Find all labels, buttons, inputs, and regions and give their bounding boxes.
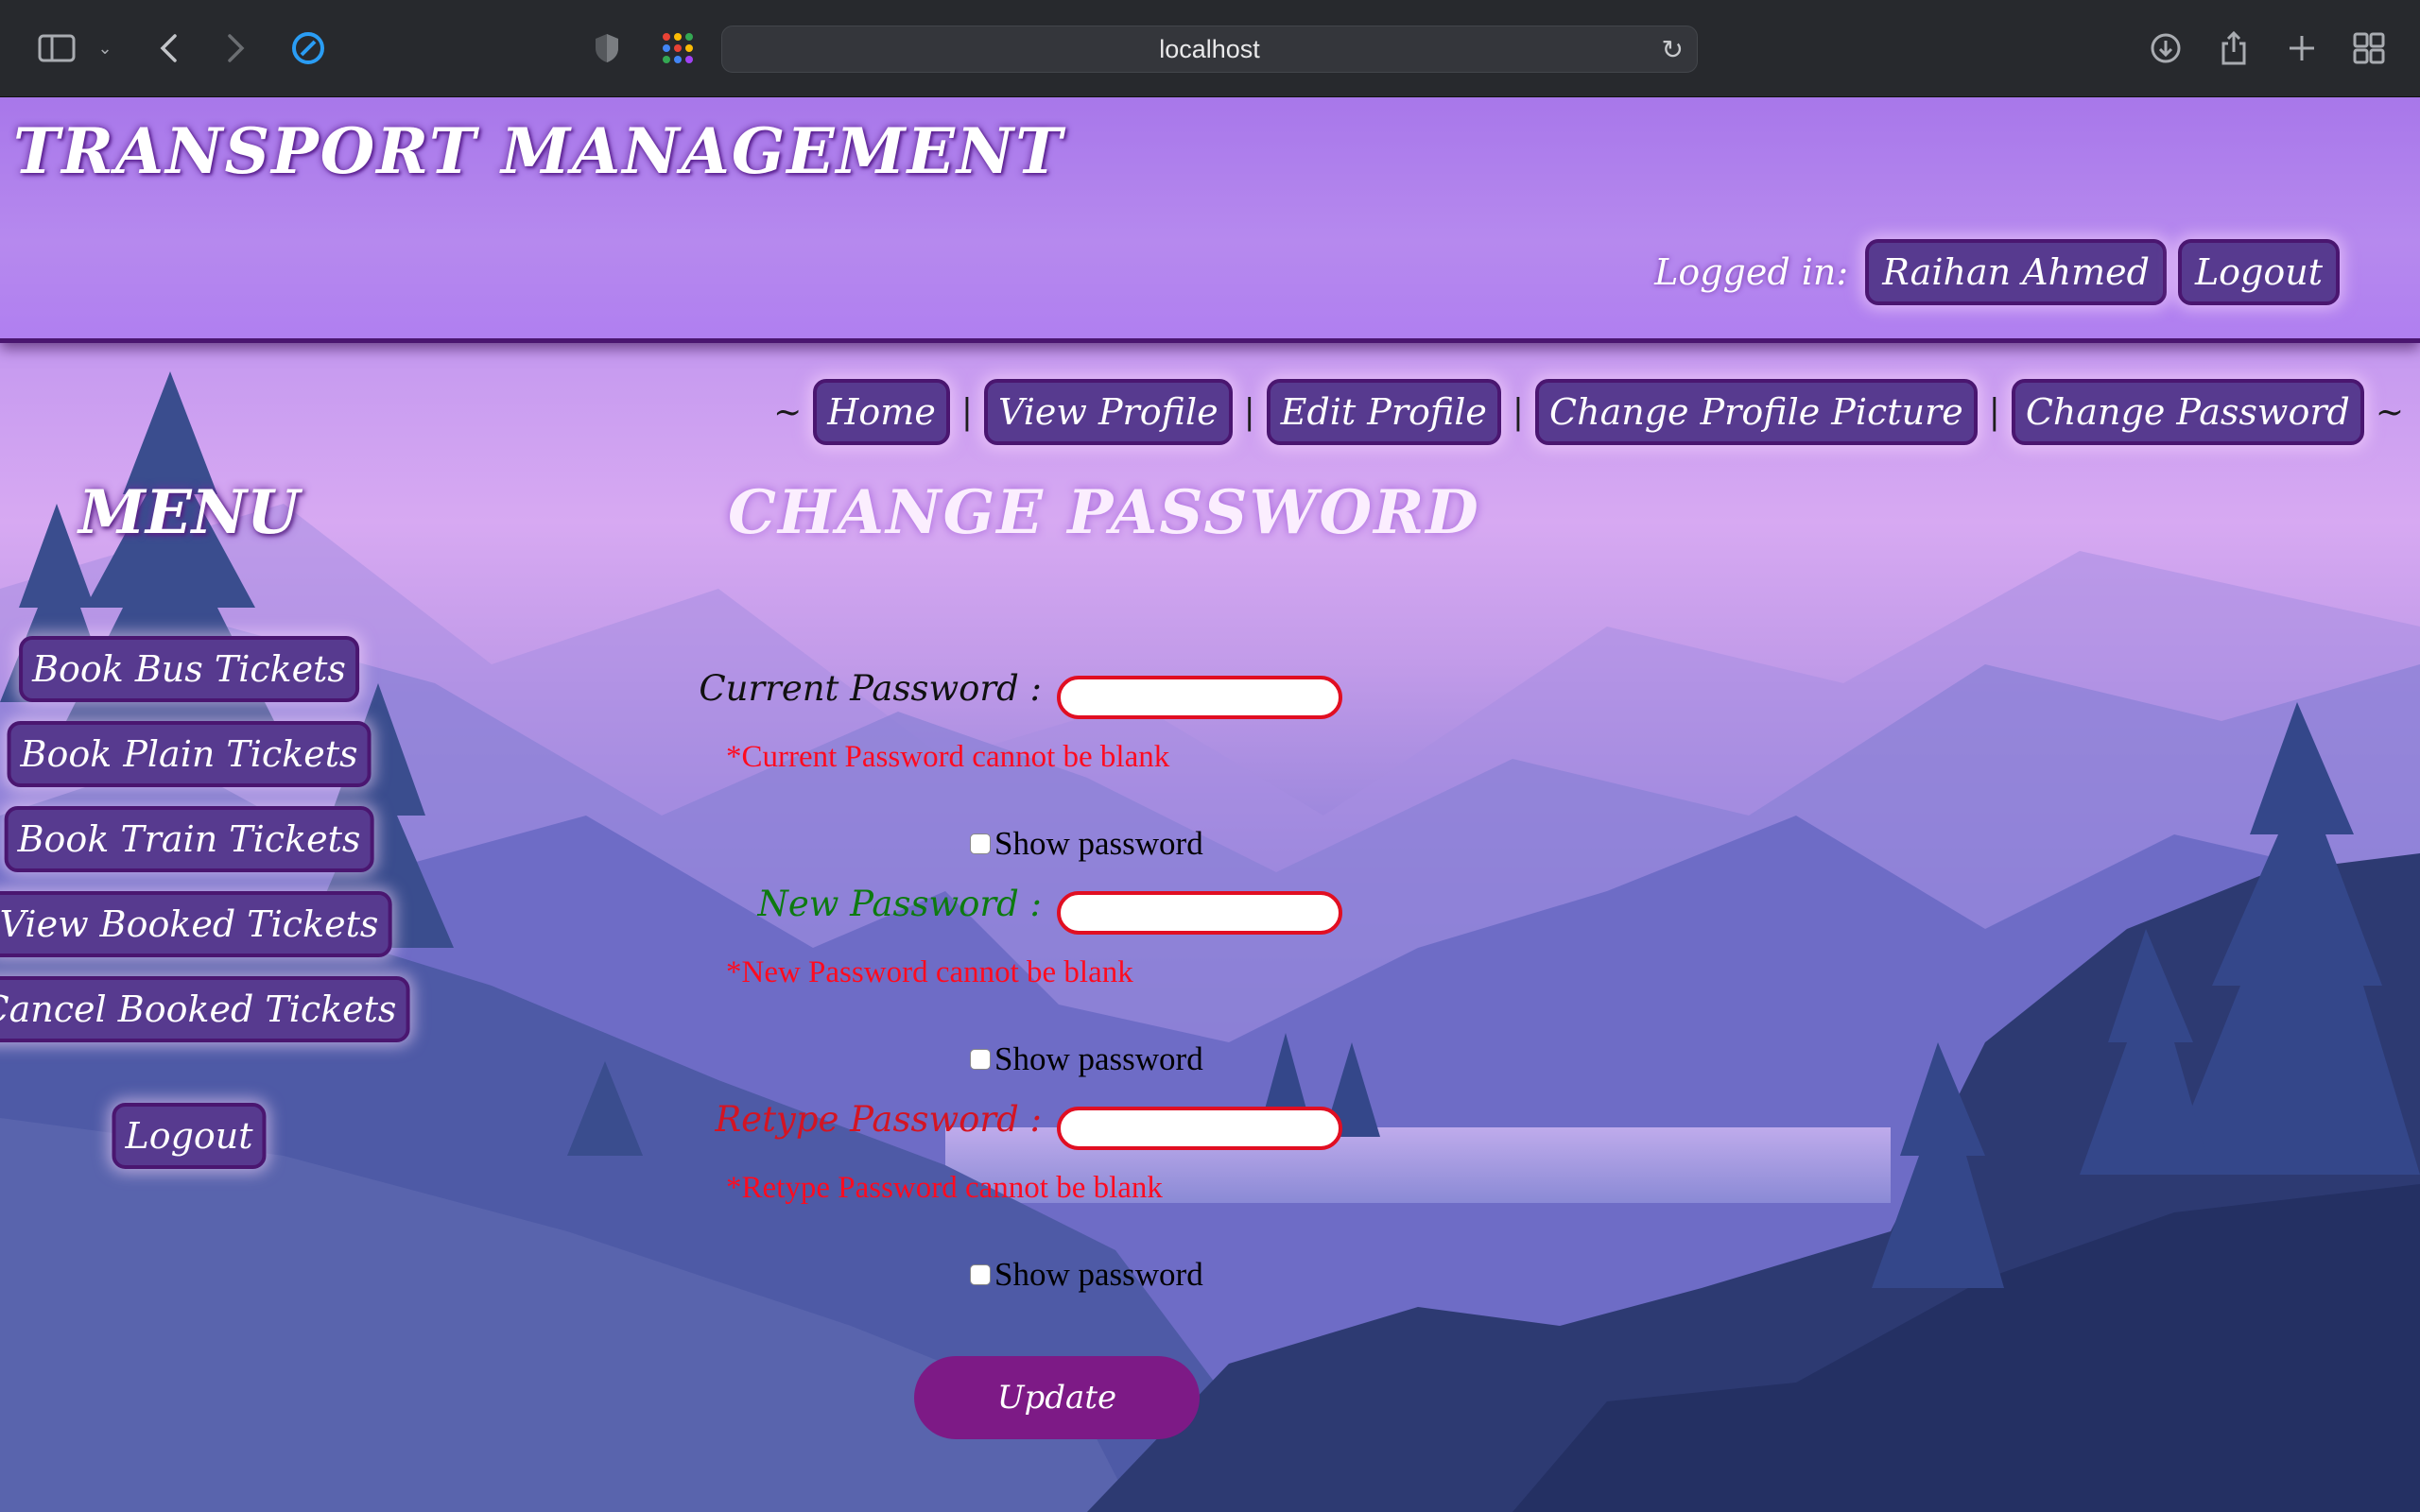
- nav-separator: |: [1512, 392, 1525, 432]
- retype-password-error: *Retype Password cannot be blank: [726, 1171, 1163, 1205]
- new-password-error: *New Password cannot be blank: [726, 955, 1133, 989]
- nav-home[interactable]: Home: [813, 379, 950, 445]
- new-password-label: New Password :: [757, 884, 1042, 924]
- site-header: TRANSPORT MANAGEMENT Logged in: Raihan A…: [0, 97, 2420, 343]
- show-password-label: Show password: [994, 825, 1203, 862]
- current-password-error: *Current Password cannot be blank: [726, 740, 1170, 774]
- address-bar[interactable]: localhost ↻: [721, 26, 1698, 73]
- compass-icon[interactable]: [288, 28, 328, 68]
- nav-change-profile-picture[interactable]: Change Profile Picture: [1535, 379, 1978, 445]
- profile-nav: ~ Home | View Profile | Edit Profile | C…: [773, 379, 2404, 445]
- show-new-password[interactable]: Show password: [970, 1040, 1203, 1078]
- new-tab-icon[interactable]: [2284, 28, 2320, 68]
- header-logout-button[interactable]: Logout: [2177, 239, 2340, 305]
- retype-password-label: Retype Password :: [715, 1099, 1042, 1140]
- sidebar-item-cancel-booked-tickets[interactable]: Cancel Booked Tickets: [0, 976, 410, 1042]
- show-current-password[interactable]: Show password: [970, 825, 1203, 863]
- back-icon[interactable]: [154, 28, 182, 68]
- shield-icon[interactable]: [591, 28, 623, 68]
- new-password-input[interactable]: [1057, 891, 1342, 935]
- sidebar-item-book-bus-tickets[interactable]: Book Bus Tickets: [19, 636, 359, 702]
- nav-separator: |: [1243, 392, 1255, 432]
- show-password-checkbox[interactable]: [970, 1049, 991, 1070]
- sidebar-item-view-booked-tickets[interactable]: View Booked Tickets: [0, 891, 392, 957]
- logged-in-area: Logged in: Raihan Ahmed Logout: [1654, 239, 2340, 305]
- show-password-checkbox[interactable]: [970, 833, 991, 854]
- tab-overview-icon[interactable]: [2351, 28, 2387, 68]
- share-icon[interactable]: [2216, 28, 2252, 68]
- sidebar-toggle-icon[interactable]: [36, 28, 78, 68]
- download-icon[interactable]: [2148, 28, 2184, 68]
- current-password-label: Current Password :: [699, 668, 1042, 709]
- sidebar-item-book-train-tickets[interactable]: Book Train Tickets: [4, 806, 374, 872]
- browser-toolbar: ⌄ localhost ↻: [0, 0, 2420, 97]
- menu-title: MENU: [78, 477, 300, 548]
- nav-edit-profile[interactable]: Edit Profile: [1266, 379, 1501, 445]
- url-text: localhost: [1159, 34, 1260, 63]
- current-password-input[interactable]: [1057, 676, 1342, 719]
- site-title: TRANSPORT MANAGEMENT: [13, 114, 1064, 188]
- show-password-label: Show password: [994, 1040, 1203, 1077]
- page-title: CHANGE PASSWORD: [728, 477, 1480, 548]
- sidebar-item-book-plain-tickets[interactable]: Book Plain Tickets: [7, 721, 372, 787]
- nav-separator: |: [960, 392, 973, 432]
- nav-change-password[interactable]: Change Password: [2011, 379, 2364, 445]
- sidebar-logout-button[interactable]: Logout: [112, 1103, 267, 1169]
- web-page: TRANSPORT MANAGEMENT Logged in: Raihan A…: [0, 97, 2420, 1512]
- user-profile-button[interactable]: Raihan Ahmed: [1865, 239, 2167, 305]
- chevron-down-icon[interactable]: ⌄: [95, 28, 115, 68]
- nav-tilde-left: ~: [773, 392, 803, 432]
- nav-tilde-right: ~: [2375, 392, 2404, 432]
- nav-separator: |: [1988, 392, 2000, 432]
- nav-view-profile[interactable]: View Profile: [983, 379, 1233, 445]
- apps-grid-icon[interactable]: [659, 28, 697, 68]
- retype-password-input[interactable]: [1057, 1107, 1342, 1150]
- update-button[interactable]: Update: [914, 1356, 1200, 1439]
- show-password-label: Show password: [994, 1256, 1203, 1293]
- forward-icon[interactable]: [222, 28, 251, 68]
- reload-icon[interactable]: ↻: [1662, 34, 1684, 65]
- logged-in-label: Logged in:: [1654, 251, 1849, 293]
- show-password-checkbox[interactable]: [970, 1264, 991, 1285]
- show-retype-password[interactable]: Show password: [970, 1256, 1203, 1294]
